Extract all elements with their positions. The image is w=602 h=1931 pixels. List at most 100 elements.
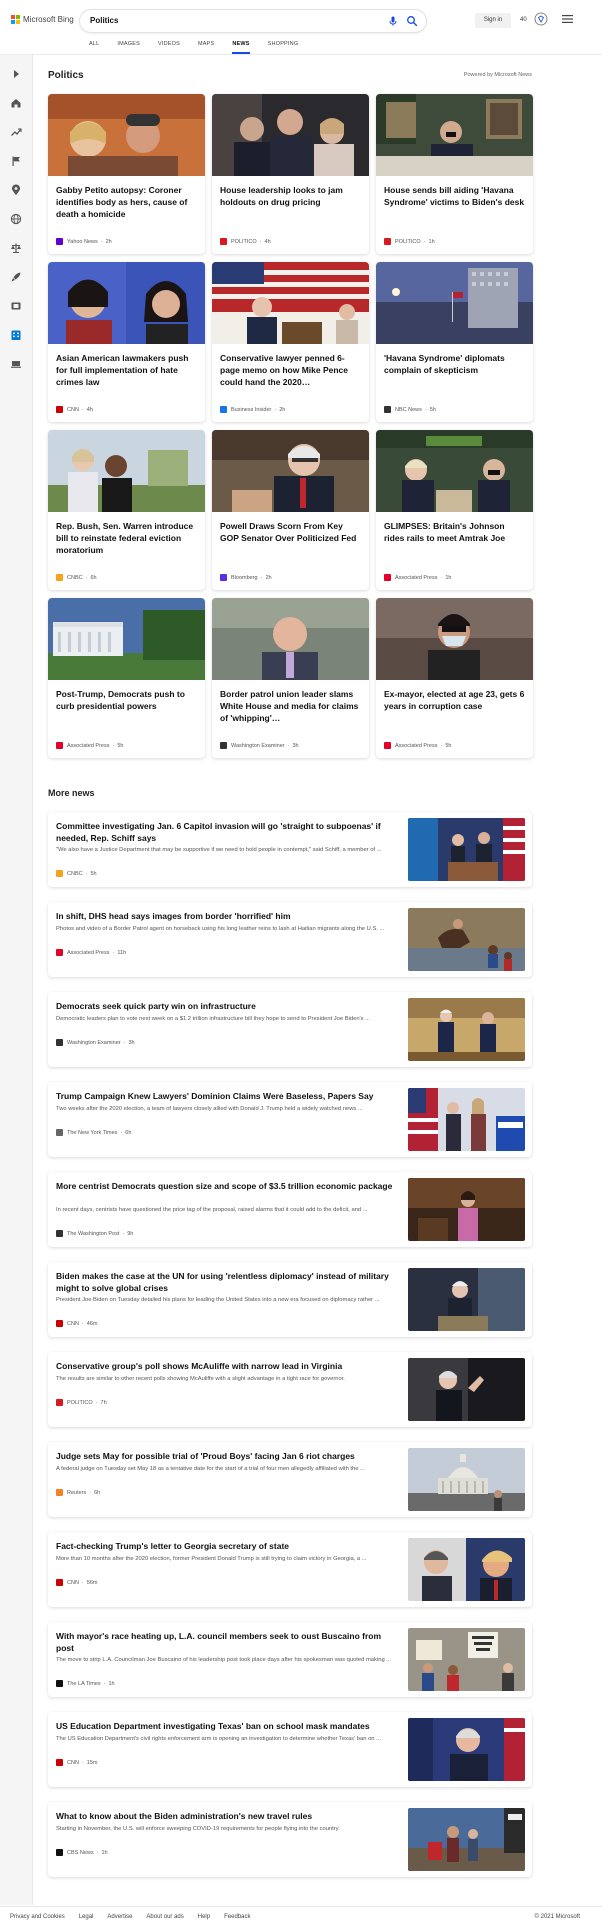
search-query[interactable]: Politics <box>90 16 118 25</box>
news-thumbnail <box>408 1358 525 1421</box>
news-snippet: Photos and video of a Border Patrol agen… <box>56 926 385 932</box>
news-list-item[interactable]: Democrats seek quick party win on infras… <box>48 992 532 1067</box>
card-title[interactable]: Powell Draws Scorn From Key GOP Senator … <box>220 520 362 544</box>
news-card[interactable]: Gabby Petito autopsy: Coroner identifies… <box>48 94 205 254</box>
tab-shopping[interactable]: SHOPPING <box>259 40 308 54</box>
card-title[interactable]: Ex-mayor, elected at age 23, gets 6 year… <box>384 688 526 712</box>
tab-maps[interactable]: MAPS <box>189 40 223 54</box>
tab-videos[interactable]: VIDEOS <box>149 40 189 54</box>
scales-icon[interactable] <box>10 242 22 254</box>
film-icon[interactable] <box>10 300 22 312</box>
card-title[interactable]: Asian American lawmakers push for full i… <box>56 352 198 388</box>
news-title[interactable]: Trump Campaign Knew Lawyers' Dominion Cl… <box>56 1090 401 1102</box>
card-title[interactable]: 'Havana Syndrome' diplomats complain of … <box>384 352 526 376</box>
trending-icon[interactable] <box>10 126 22 138</box>
advertise-link[interactable]: Advertise <box>107 1914 132 1920</box>
tab-images[interactable]: IMAGES <box>108 40 149 54</box>
news-title[interactable]: With mayor's race heating up, L.A. counc… <box>56 1630 401 1654</box>
news-snippet: Starting in November, the U.S. will enfo… <box>56 1826 340 1832</box>
news-title[interactable]: Judge sets May for possible trial of 'Pr… <box>56 1450 401 1462</box>
news-list-item[interactable]: In shift, DHS head says images from bord… <box>48 902 532 977</box>
tab-all[interactable]: ALL <box>80 40 108 54</box>
news-title[interactable]: More centrist Democrats question size an… <box>56 1180 401 1192</box>
news-card[interactable]: Asian American lawmakers push for full i… <box>48 262 205 422</box>
globe-icon[interactable] <box>10 213 22 225</box>
rewards-count[interactable]: 40 <box>520 17 527 23</box>
hamburger-menu-icon[interactable] <box>562 14 573 24</box>
news-snippet: "We also have a Justice Department that … <box>56 847 382 853</box>
news-list-item[interactable]: Fact-checking Trump's letter to Georgia … <box>48 1532 532 1607</box>
news-title[interactable]: Biden makes the case at the UN for using… <box>56 1270 401 1294</box>
news-list-item[interactable]: Committee investigating Jan. 6 Capitol i… <box>48 812 532 887</box>
news-card[interactable]: Ex-mayor, elected at age 23, gets 6 year… <box>376 598 533 758</box>
card-source: NBC News · 5h <box>384 406 436 413</box>
help-link[interactable]: Help <box>198 1914 210 1920</box>
news-card[interactable]: House sends bill aiding 'Havana Syndrome… <box>376 94 533 254</box>
news-title[interactable]: Conservative group's poll shows McAuliff… <box>56 1360 401 1372</box>
card-title[interactable]: Gabby Petito autopsy: Coroner identifies… <box>56 184 198 220</box>
news-title[interactable]: What to know about the Biden administrat… <box>56 1810 401 1822</box>
news-card[interactable]: Conservative lawyer penned 6-page memo o… <box>212 262 369 422</box>
news-title[interactable]: Fact-checking Trump's letter to Georgia … <box>56 1540 401 1552</box>
microphone-icon[interactable] <box>387 15 399 27</box>
news-list-item[interactable]: More centrist Democrats question size an… <box>48 1172 532 1247</box>
bing-logo[interactable]: Microsoft Bing <box>11 15 74 24</box>
card-title[interactable]: Post-Trump, Democrats push to curb presi… <box>56 688 198 712</box>
rocket-icon[interactable] <box>10 271 22 283</box>
home-icon[interactable] <box>10 97 22 109</box>
search-input[interactable]: Politics <box>80 10 426 32</box>
rewards-icon[interactable] <box>534 12 548 26</box>
cnn-logo-icon <box>56 1759 63 1766</box>
sign-in-button[interactable]: Sign in <box>475 13 511 28</box>
card-source: Associated Press · 5h <box>384 742 451 749</box>
source-age: 6h <box>90 574 97 581</box>
news-list-item[interactable]: With mayor's race heating up, L.A. counc… <box>48 1622 532 1697</box>
cnn-logo-icon <box>56 1320 63 1327</box>
source-age: 15m <box>86 1759 98 1766</box>
tab-news[interactable]: NEWS <box>223 40 258 54</box>
news-title[interactable]: Committee investigating Jan. 6 Capitol i… <box>56 820 401 844</box>
card-title[interactable]: Rep. Bush, Sen. Warren introduce bill to… <box>56 520 198 556</box>
privacy-link[interactable]: Privacy and Cookies <box>10 1914 65 1920</box>
news-title[interactable]: In shift, DHS head says images from bord… <box>56 910 401 922</box>
news-card[interactable]: Powell Draws Scorn From Key GOP Senator … <box>212 430 369 590</box>
news-thumbnail <box>408 1448 525 1511</box>
source-name: Bloomberg <box>231 574 258 581</box>
about-ads-link[interactable]: About our ads <box>146 1914 183 1920</box>
legal-link[interactable]: Legal <box>79 1914 94 1920</box>
card-title[interactable]: Border patrol union leader slams White H… <box>220 688 362 724</box>
news-list-item[interactable]: Biden makes the case at the UN for using… <box>48 1262 532 1337</box>
news-card[interactable]: GLIMPSES: Britain's Johnson rides rails … <box>376 430 533 590</box>
news-card[interactable]: Border patrol union leader slams White H… <box>212 598 369 758</box>
card-source: Yahoo News · 2h <box>56 238 112 245</box>
news-list-item[interactable]: Judge sets May for possible trial of 'Pr… <box>48 1442 532 1517</box>
expand-arrow-icon[interactable] <box>10 68 22 80</box>
news-list-item[interactable]: What to know about the Biden administrat… <box>48 1802 532 1877</box>
source-age: 5h <box>90 870 97 877</box>
news-title[interactable]: US Education Department investigating Te… <box>56 1720 401 1732</box>
flag-icon[interactable] <box>10 155 22 167</box>
news-list-item[interactable]: Trump Campaign Knew Lawyers' Dominion Cl… <box>48 1082 532 1157</box>
news-source: CNN · 56m <box>56 1579 97 1586</box>
news-list-item[interactable]: Conservative group's poll shows McAuliff… <box>48 1352 532 1427</box>
powered-by-label: Powered by Microsoft News <box>463 72 532 78</box>
location-icon[interactable] <box>10 184 22 196</box>
card-title[interactable]: Conservative lawyer penned 6-page memo o… <box>220 352 362 388</box>
building-icon[interactable] <box>10 329 22 341</box>
source-age: 5h <box>429 406 436 413</box>
card-title[interactable]: GLIMPSES: Britain's Johnson rides rails … <box>384 520 526 544</box>
card-title[interactable]: House sends bill aiding 'Havana Syndrome… <box>384 184 526 208</box>
news-list-item[interactable]: US Education Department investigating Te… <box>48 1712 532 1787</box>
source-name: CNBC <box>67 574 83 581</box>
news-title[interactable]: Democrats seek quick party win on infras… <box>56 1000 401 1012</box>
card-source: POLITICO · 4h <box>220 238 271 245</box>
card-title[interactable]: House leadership looks to jam holdouts o… <box>220 184 362 208</box>
news-card[interactable]: Rep. Bush, Sen. Warren introduce bill to… <box>48 430 205 590</box>
search-icon[interactable] <box>406 15 418 27</box>
news-card[interactable]: House leadership looks to jam holdouts o… <box>212 94 369 254</box>
source-name: CNN <box>67 1320 79 1327</box>
laptop-icon[interactable] <box>10 358 22 370</box>
feedback-link[interactable]: Feedback <box>224 1914 250 1920</box>
news-card[interactable]: 'Havana Syndrome' diplomats complain of … <box>376 262 533 422</box>
news-card[interactable]: Post-Trump, Democrats push to curb presi… <box>48 598 205 758</box>
